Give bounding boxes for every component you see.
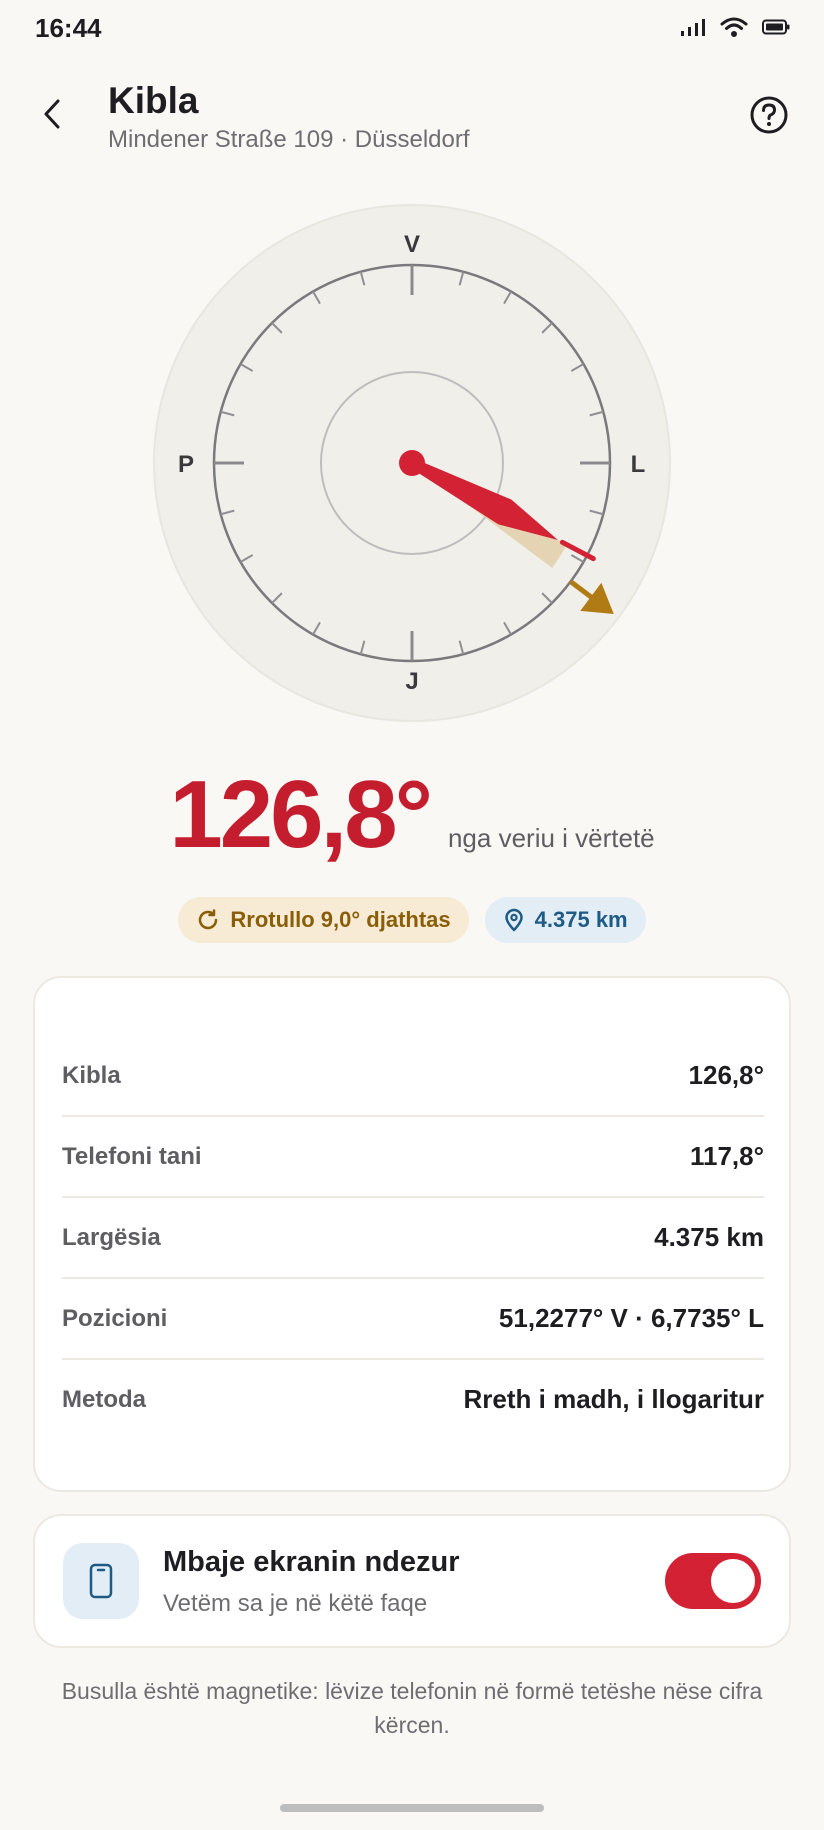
phone-icon: [89, 1563, 113, 1599]
detail-value: 51,2277° V · 6,7735° L: [498, 1303, 764, 1333]
app-header: Kibla Mindener Straße 109 · Düsseldorf: [0, 70, 824, 170]
detail-key: Telefoni tani: [62, 1142, 202, 1170]
compass-east-label: L: [631, 451, 646, 478]
detail-value: 4.375 km: [654, 1222, 764, 1252]
page-title: Kibla: [108, 80, 199, 121]
status-pills: Rrotullo 9,0° djathtas 4.375 km: [0, 897, 824, 943]
detail-key: Metoda: [62, 1385, 146, 1413]
detail-value: 126,8°: [688, 1060, 764, 1090]
back-button[interactable]: [30, 92, 74, 136]
phone-tile: [63, 1543, 139, 1619]
calibration-note: Busulla është magnetike: lëvize telefoni…: [61, 1678, 763, 1738]
chevron-left-icon: [44, 99, 60, 129]
detail-key: Largësia: [62, 1223, 161, 1251]
compass-dial: V J L P: [153, 204, 671, 722]
detail-row: Pozicioni 51,2277° V · 6,7735° L: [62, 1278, 764, 1359]
detail-value: Rreth i madh, i llogaritur: [463, 1384, 764, 1414]
rotate-icon: [199, 909, 218, 930]
status-time: 16:44: [35, 13, 102, 43]
compass-west-label: P: [178, 451, 194, 478]
needle-hub: [399, 450, 425, 476]
compass-south-label: J: [405, 668, 418, 695]
battery-icon: [762, 19, 790, 35]
keep-screen-title: Mbaje ekranin ndezur: [163, 1546, 460, 1578]
detail-row: Largësia 4.375 km: [62, 1197, 764, 1278]
wifi-icon: [720, 17, 748, 37]
detail-row: Telefoni tani 117,8°: [62, 1116, 764, 1197]
keep-screen-toggle[interactable]: [665, 1553, 761, 1609]
rotate-hint-label: Rrotullo 9,0° djathtas: [230, 907, 451, 932]
home-indicator[interactable]: [280, 1804, 544, 1812]
bearing-reference: nga veriu i vërtetë: [447, 823, 655, 853]
compass-north-label: V: [404, 231, 420, 258]
location-subtitle: Mindener Straße 109 · Düsseldorf: [108, 126, 470, 153]
toggle-knob: [711, 1559, 755, 1603]
distance-label: 4.375 km: [534, 907, 628, 932]
keep-screen-subtitle: Vetëm sa je në këtë faqe: [163, 1590, 428, 1617]
rotate-hint-badge: Rrotullo 9,0° djathtas: [178, 897, 469, 943]
status-bar: 16:44: [0, 0, 824, 58]
location-pin-icon: [504, 908, 523, 932]
keep-screen-card: Mbaje ekranin ndezur Vetëm sa je në këtë…: [33, 1514, 791, 1648]
details-card: Kibla 126,8° Telefoni tani 117,8° Largës…: [33, 976, 791, 1492]
bearing-degrees: 126,8°: [169, 761, 433, 868]
detail-row: Metoda Rreth i madh, i llogaritur: [62, 1359, 764, 1440]
bearing-reading: 126,8° nga veriu i vërtetë: [0, 760, 824, 868]
detail-row: Kibla 126,8°: [62, 1035, 764, 1116]
qibla-compass: V J L P: [152, 203, 672, 723]
distance-badge: 4.375 km: [484, 897, 646, 943]
help-icon: [750, 96, 788, 134]
detail-key: Pozicioni: [62, 1304, 168, 1332]
signal-icon: [681, 19, 705, 36]
detail-value: 117,8°: [689, 1141, 764, 1171]
detail-key: Kibla: [62, 1061, 121, 1089]
status-icons: [680, 16, 790, 38]
help-button[interactable]: [748, 94, 790, 136]
